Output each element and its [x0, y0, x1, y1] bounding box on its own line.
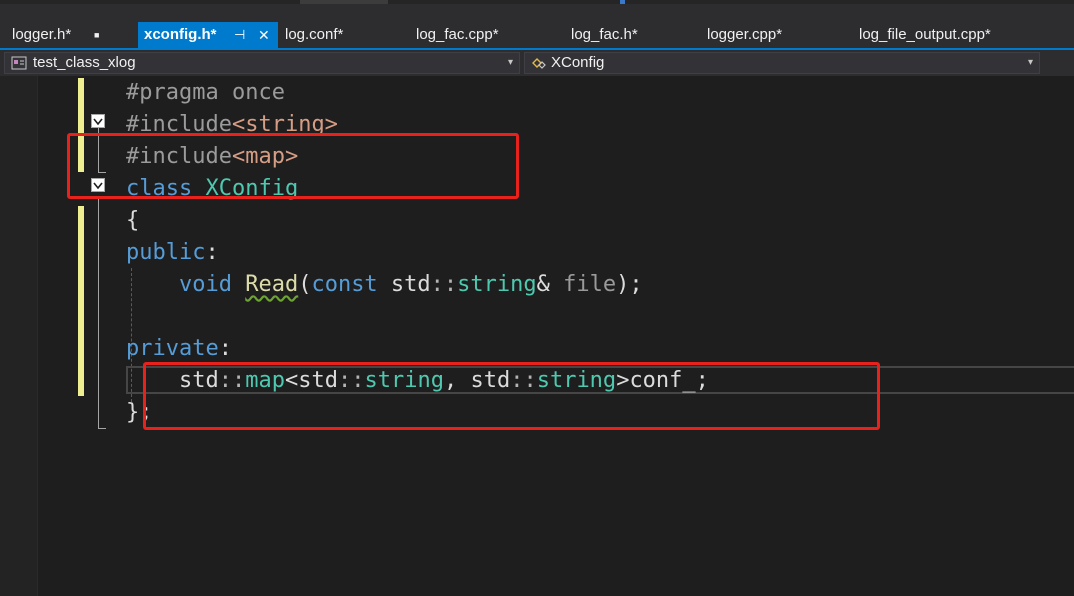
- class-icon: [532, 58, 546, 69]
- scope-name: XConfig: [551, 54, 605, 71]
- toolbar-remnant-accent: [620, 0, 625, 4]
- code-line-1[interactable]: #pragma once: [126, 77, 285, 109]
- tab-label: logger.cpp*: [707, 26, 783, 43]
- code-line-5[interactable]: {: [126, 205, 139, 237]
- chevron-down-icon[interactable]: ▾: [1028, 53, 1033, 73]
- tab-bar-top-strip: [0, 0, 1074, 4]
- change-indicator: [78, 206, 84, 396]
- tab-xconfig-h[interactable]: xconfig.h* ⊣ ✕: [138, 22, 278, 48]
- tab-label: log.conf*: [285, 26, 344, 43]
- collapse-toggle-icon[interactable]: [91, 114, 105, 128]
- annotation-highlight-box: [67, 133, 519, 199]
- tab-label: logger.h*: [12, 26, 72, 43]
- scope-dropdown[interactable]: XConfig ▾: [524, 52, 1040, 74]
- project-name: test_class_xlog: [33, 54, 136, 71]
- pin-icon[interactable]: ■: [94, 22, 99, 48]
- tab-logger-cpp[interactable]: logger.cpp*: [695, 22, 845, 48]
- toolbar-remnant: [300, 0, 388, 4]
- code-line-9[interactable]: private:: [126, 333, 232, 365]
- annotation-highlight-box: [143, 362, 880, 430]
- tab-label: log_fac.cpp*: [416, 26, 499, 43]
- outline-line: [98, 428, 106, 429]
- pin-icon[interactable]: ⊣: [234, 22, 245, 48]
- chevron-down-icon[interactable]: ▾: [508, 53, 513, 73]
- project-icon: [11, 56, 27, 70]
- project-dropdown[interactable]: test_class_xlog ▾: [4, 52, 520, 74]
- tab-label: xconfig.h*: [144, 26, 217, 43]
- outline-line: [98, 198, 99, 428]
- document-tab-bar: logger.h* ■ xconfig.h* ⊣ ✕ log.conf* log…: [0, 0, 1074, 50]
- tab-log-fac-cpp[interactable]: log_fac.cpp*: [404, 22, 554, 48]
- tab-logger-h[interactable]: logger.h* ■: [0, 22, 128, 48]
- code-editor[interactable]: #pragma once #include<string> #include<m…: [0, 76, 1074, 596]
- tab-log-conf[interactable]: log.conf*: [273, 22, 403, 48]
- indicator-margin: [0, 76, 38, 596]
- tab-label: log_file_output.cpp*: [859, 26, 991, 43]
- navigation-bar: test_class_xlog ▾ XConfig ▾: [0, 50, 1074, 76]
- read-function-name: Read: [245, 272, 299, 297]
- close-icon[interactable]: ✕: [258, 22, 270, 48]
- tab-log-fac-h[interactable]: log_fac.h*: [559, 22, 689, 48]
- tab-log-file-output-cpp[interactable]: log_file_output.cpp*: [847, 22, 1047, 48]
- code-line-7[interactable]: void Read(const std::string& file);: [126, 269, 643, 301]
- code-line-6[interactable]: public:: [126, 237, 219, 269]
- tab-label: log_fac.h*: [571, 26, 638, 43]
